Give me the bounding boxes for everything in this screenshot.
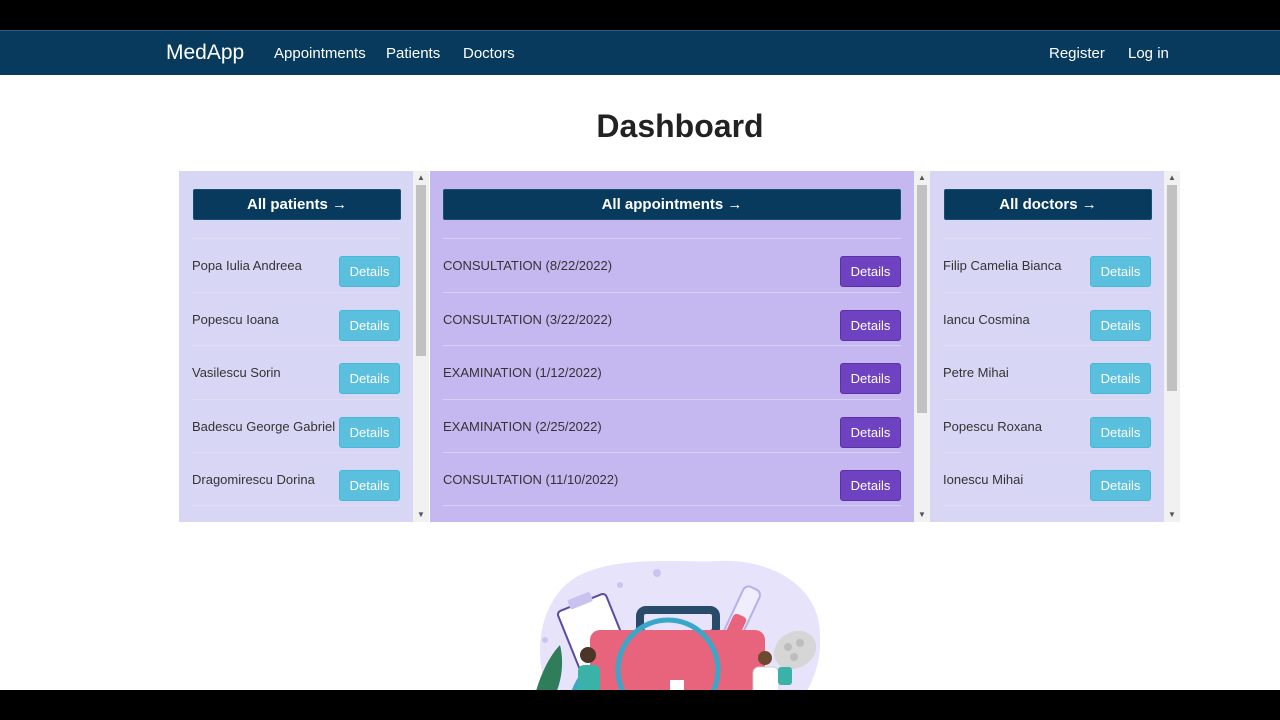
details-button[interactable]: Details (339, 470, 400, 501)
patient-name: Vasilescu Sorin (192, 365, 281, 380)
details-button[interactable]: Details (840, 309, 901, 341)
scrollbar-thumb[interactable] (416, 185, 426, 356)
patient-name: Popa Iulia Andreea (192, 258, 302, 273)
list-item: Ionescu Mihai Details (943, 452, 1151, 506)
details-button[interactable]: Details (1090, 256, 1151, 287)
details-button[interactable]: Details (339, 256, 400, 287)
details-button[interactable]: Details (1090, 363, 1151, 394)
scrollbar-thumb[interactable] (1167, 185, 1177, 391)
list-item: Dragomirescu Dorina Details (192, 452, 400, 506)
list-item: Popescu Roxana Details (943, 398, 1151, 453)
doctor-name: Iancu Cosmina (943, 311, 1030, 327)
details-button[interactable]: Details (1090, 470, 1151, 501)
nav-login-link[interactable]: Log in (1128, 45, 1169, 62)
scroll-up-arrow-icon[interactable]: ▲ (413, 171, 429, 185)
nav-patients-link[interactable]: Patients (386, 45, 440, 62)
appointment-label: CONSULTATION (11/10/2022) (443, 472, 619, 487)
details-button[interactable]: Details (840, 416, 901, 448)
list-item: Vasilescu Sorin Details (192, 345, 400, 399)
list-item: CONSULTATION (8/22/2022) Details (443, 238, 901, 292)
nav-register-link[interactable]: Register (1049, 45, 1105, 62)
details-button[interactable]: Details (339, 309, 400, 341)
page-title: Dashboard (596, 108, 764, 144)
list-item: EXAMINATION (1/12/2022) Details (443, 345, 901, 399)
list-item: CONSULTATION (3/22/2022) Details (443, 291, 901, 346)
appointment-label: EXAMINATION (1/12/2022) (443, 365, 602, 380)
all-appointments-button[interactable]: All appointments → (443, 189, 901, 220)
patients-panel: All patients → Popa Iulia Andreea Detail… (179, 171, 429, 522)
list-item: Popa Iulia Andreea Details (192, 238, 400, 292)
list-item: Popescu Ioana Details (192, 291, 400, 346)
details-button[interactable]: Details (840, 363, 901, 394)
patient-name: Dragomirescu Dorina (192, 472, 315, 487)
scroll-up-arrow-icon[interactable]: ▲ (914, 171, 930, 185)
all-doctors-button[interactable]: All doctors → (944, 189, 1152, 220)
list-item: Badescu George Gabriel Details (192, 398, 400, 453)
medical-kit-illustration (536, 560, 821, 690)
nav-appointments-link[interactable]: Appointments (274, 45, 366, 62)
nav-doctors-link[interactable]: Doctors (463, 45, 515, 62)
list-item: CONSULTATION (11/10/2022) Details (443, 452, 901, 506)
details-button[interactable]: Details (1090, 416, 1151, 448)
all-patients-button[interactable]: All patients → (193, 189, 401, 220)
doctors-panel: All doctors → Filip Camelia Bianca Detai… (930, 171, 1180, 522)
doctor-name: Popescu Roxana (943, 418, 1043, 434)
doctor-name: Ionescu Mihai (943, 472, 1024, 487)
doctor-name: Petre Mihai (943, 365, 1009, 380)
details-button[interactable]: Details (840, 470, 901, 501)
patient-name: Popescu Ioana (192, 311, 279, 327)
list-item: Filip Camelia Bianca Details (943, 238, 1151, 292)
appointment-label: CONSULTATION (8/22/2022) (443, 258, 613, 273)
brand-link[interactable]: MedApp (166, 41, 244, 65)
scroll-down-arrow-icon[interactable]: ▼ (413, 508, 429, 522)
patient-name: Badescu George Gabriel (192, 418, 336, 434)
scroll-up-arrow-icon[interactable]: ▲ (1164, 171, 1180, 185)
browser-viewport: MedApp Appointments Patients Doctors Reg… (0, 30, 1280, 690)
details-button[interactable]: Details (840, 256, 901, 287)
details-button[interactable]: Details (1090, 309, 1151, 341)
scroll-down-arrow-icon[interactable]: ▼ (914, 508, 930, 522)
details-button[interactable]: Details (339, 363, 400, 394)
details-button[interactable]: Details (339, 416, 400, 448)
navbar: MedApp Appointments Patients Doctors Reg… (0, 30, 1280, 75)
list-item: EXAMINATION (2/25/2022) Details (443, 398, 901, 453)
scrollbar-thumb[interactable] (917, 185, 927, 413)
appointments-scrollbar[interactable]: ▲ ▼ (914, 171, 930, 522)
appointment-label: CONSULTATION (3/22/2022) (443, 311, 613, 327)
patients-scrollbar[interactable]: ▲ ▼ (413, 171, 429, 522)
list-item: Petre Mihai Details (943, 345, 1151, 399)
doctors-scrollbar[interactable]: ▲ ▼ (1164, 171, 1180, 522)
scroll-down-arrow-icon[interactable]: ▼ (1164, 508, 1180, 522)
appointments-panel: All appointments → CONSULTATION (8/22/20… (430, 171, 930, 522)
list-item: Iancu Cosmina Details (943, 291, 1151, 346)
appointment-label: EXAMINATION (2/25/2022) (443, 418, 602, 434)
doctor-name: Filip Camelia Bianca (943, 258, 1062, 273)
